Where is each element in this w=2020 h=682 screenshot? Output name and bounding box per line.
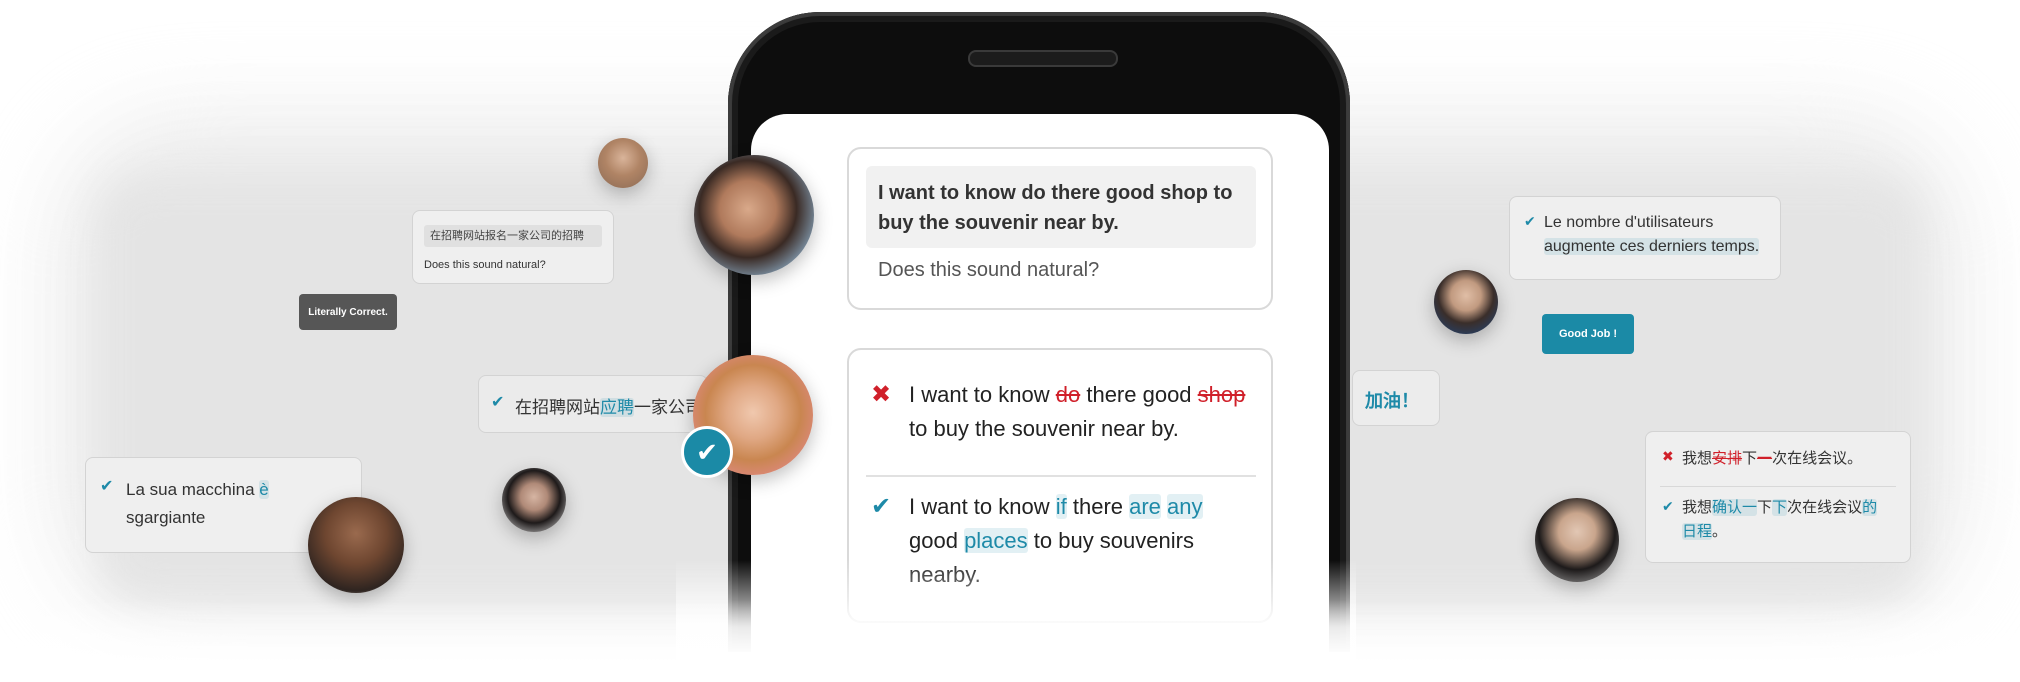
jiayou-card: 加油！ [1352,370,1440,426]
correction-before: 在招聘网站 [515,398,600,417]
cw-strike1: 安排 [1712,450,1743,467]
cw-p1: 我想 [1682,450,1713,467]
cross-icon: ✖ [871,381,892,408]
avatar-woman-asian [1535,498,1619,582]
italian-line1: La sua macchina [126,480,260,499]
avatar-man-young [694,155,814,275]
italian-highlight: è [259,480,269,499]
right-p2: there [1066,494,1130,519]
avatar-woman-blonde-small [598,138,648,188]
cw-strike2: 一 [1757,450,1773,467]
cw-p3: 次在线会议。 [1772,450,1863,467]
right-hl1: if [1055,494,1067,519]
cr-h3: 的 [1862,499,1878,516]
wrong-strike2: shop [1197,382,1246,407]
cr-line2-p: 。 [1712,523,1728,540]
wrong-p2: there good [1080,382,1198,407]
correction-highlight: 应聘 [600,398,634,417]
right-hl2: are [1129,494,1161,519]
question-card: I want to know do there good shop to buy… [847,147,1273,310]
chinese-divider [1660,486,1896,487]
avatar-man-suit [1434,270,1498,334]
french-card: ✔ Le nombre d'utilisateurs augmente ces … [1509,196,1781,280]
cw-p2: 下 [1742,450,1758,467]
chinese-correction-panel: ✖ 我想安排下一次在线会议。 ✔ 我想确认一下下次在线会议的 日程。 [1645,431,1911,563]
cr-p3: 次在线会议 [1787,499,1863,516]
cr-line2-h: 日程 [1682,523,1713,540]
chinese-question-text: 在招聘网站报名一家公司的招聘 [424,225,602,247]
verified-check-icon: ✔ [681,426,733,478]
cr-p2: 下 [1757,499,1773,516]
french-text: Le nombre d'utilisateurs augmente ces de… [1544,211,1760,259]
check-icon: ✔ [871,493,892,520]
right-p3: good [909,528,965,553]
good-job-badge: Good Job ! [1542,314,1634,354]
answer-wrong: I want to know do there good shop to buy… [909,378,1254,446]
phone-speaker [968,50,1118,67]
italian-text: La sua macchina è sgargiante [126,476,269,532]
french-line2: augmente ces derniers temps. [1544,238,1760,255]
check-icon: ✔ [1524,213,1536,229]
cross-icon: ✖ [1662,448,1674,464]
chinese-wrong-text: 我想安排下一次在线会议。 [1682,447,1862,468]
right-hl4: places [964,528,1028,553]
right-hl3: any [1167,494,1203,519]
italian-line2: sgargiante [126,508,206,527]
chinese-question-card: 在招聘网站报名一家公司的招聘 Does this sound natural? [412,210,614,284]
avatar-woman-dark-hair [502,468,566,532]
literally-correct-badge: Literally Correct. [299,294,397,330]
avatar-woman-curly-hair [308,497,404,593]
jiayou-text: 加油！ [1365,391,1419,411]
bottom-fade [0,600,2020,682]
french-line1: Le nombre d'utilisateurs [1544,214,1714,231]
cr-p1: 我想 [1682,499,1713,516]
cr-h1: 确认一 [1712,499,1758,516]
wrong-p3: to buy the souvenir near by. [909,416,1179,441]
check-icon: ✔ [1662,498,1674,514]
chinese-question-sub: Does this sound natural? [424,259,546,271]
check-icon: ✔ [491,394,505,411]
check-icon: ✔ [100,478,114,495]
chinese-correction-text: 在招聘网站应聘一家公司 [515,393,702,418]
correction-after: 一家公司 [634,398,702,417]
chinese-right-text: 我想确认一下下次在线会议的 日程。 [1682,496,1878,544]
cr-h2: 下 [1772,499,1788,516]
chinese-correction-card: ✔ 在招聘网站应聘一家公司 [478,375,708,433]
question-text: I want to know do there good shop to buy… [866,166,1256,248]
question-sub: Does this sound natural? [878,259,1100,281]
wrong-strike1: do [1055,382,1081,407]
right-p1: I want to know [909,494,1056,519]
wrong-p1: I want to know [909,382,1056,407]
answer-divider [866,475,1256,477]
